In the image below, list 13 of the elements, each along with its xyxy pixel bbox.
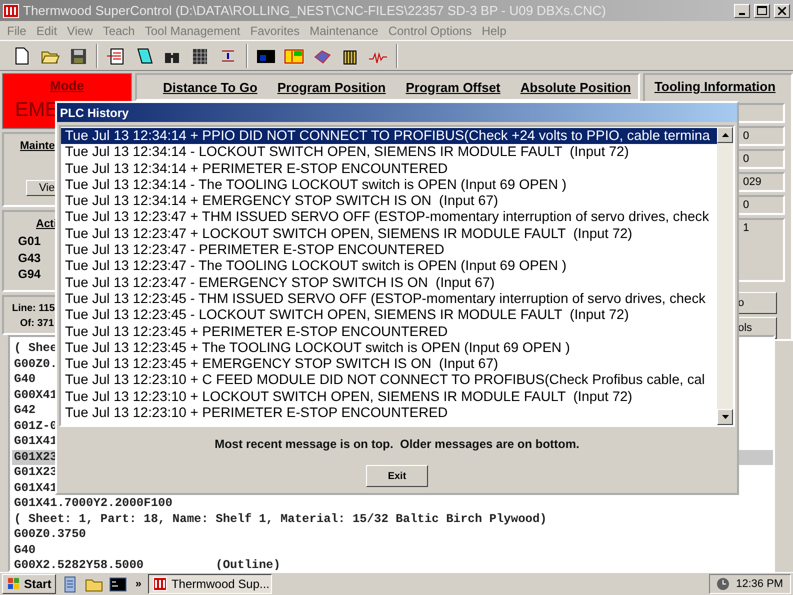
panel-title: Mainte — [20, 140, 55, 152]
line-count: Of: 371 — [20, 318, 54, 331]
g-code: G94 — [18, 267, 41, 283]
g-code: G43 — [18, 250, 41, 266]
history-note: Most recent message is on top. Older messages are on bottom. — [214, 437, 580, 451]
tooling-title: Tooling Information — [654, 79, 776, 94]
g-code: G01 — [18, 234, 41, 250]
dialog-title: PLC History — [57, 103, 737, 122]
mode-label: Mode — [50, 78, 84, 93]
mode-value: EME — [15, 99, 58, 122]
clock-time: 12:36 PM — [736, 578, 784, 590]
window-title: Thermwood SuperControl (D:\DATA\ROLLING_NEST\CNC-FILES\22357 SD-3 BP - U09 DBXs.CNC) — [23, 3, 608, 18]
line-number: Line: 115 — [12, 303, 55, 316]
